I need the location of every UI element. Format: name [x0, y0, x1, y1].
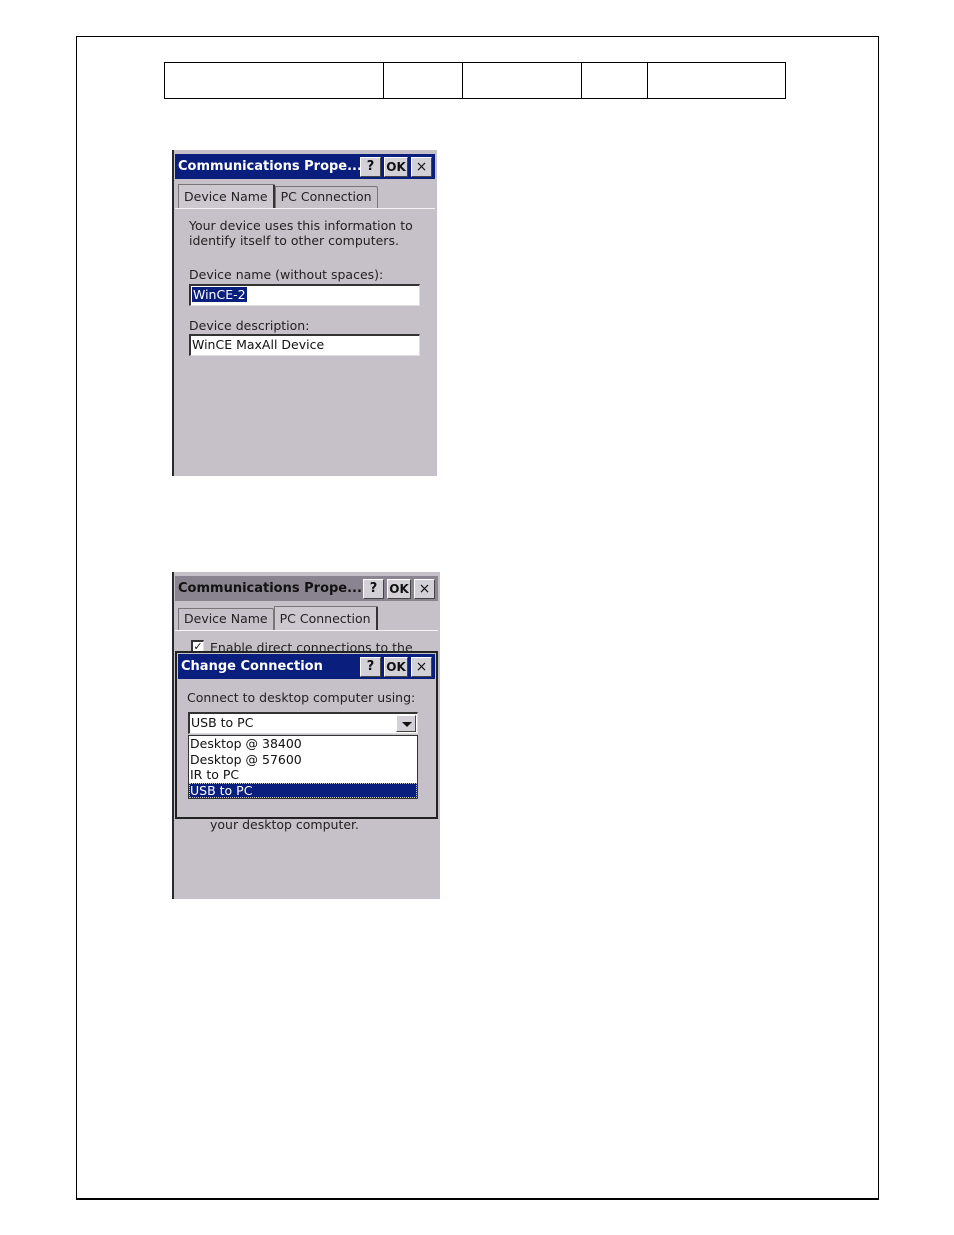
- document-header-table: [164, 62, 786, 99]
- header-cell: [581, 62, 648, 99]
- connection-select[interactable]: USB to PC: [188, 712, 418, 734]
- intro-text-line1: Your device uses this information to: [189, 218, 413, 233]
- connection-option[interactable]: Desktop @ 38400: [189, 736, 417, 752]
- tab-device-name[interactable]: Device Name: [178, 184, 275, 208]
- tab-pc-connection[interactable]: PC Connection: [273, 606, 378, 630]
- close-button[interactable]: ×: [411, 156, 432, 177]
- intro-text-line2: identify itself to other computers.: [189, 233, 399, 248]
- ok-button[interactable]: OK: [384, 656, 408, 677]
- close-button[interactable]: ×: [411, 656, 432, 677]
- help-button[interactable]: ?: [363, 578, 384, 599]
- device-name-input[interactable]: WinCE-2: [189, 284, 420, 306]
- header-cell: [647, 62, 786, 99]
- tab-strip: Device Name PC Connection: [178, 606, 378, 630]
- help-button[interactable]: ?: [360, 656, 381, 677]
- connection-option[interactable]: Desktop @ 57600: [189, 752, 417, 768]
- change-connection-dialog: Change Connection ? OK × Connect to desk…: [175, 651, 438, 819]
- connect-prompt: Connect to desktop computer using:: [187, 690, 416, 705]
- dialog-edge: [172, 150, 174, 476]
- header-cell: [462, 62, 582, 99]
- device-name-value: WinCE-2: [192, 287, 247, 302]
- tab-divider: [175, 208, 435, 209]
- help-button[interactable]: ?: [360, 156, 381, 177]
- connection-options-list: Desktop @ 38400 Desktop @ 57600 IR to PC…: [188, 735, 418, 799]
- ok-button[interactable]: OK: [384, 156, 408, 177]
- ok-button[interactable]: OK: [387, 578, 411, 599]
- device-description-label: Device description:: [189, 318, 310, 333]
- communications-properties-dialog-pc-connection: Communications Prope... ? OK × Device Na…: [172, 572, 440, 899]
- connection-option[interactable]: IR to PC: [189, 767, 417, 783]
- connection-select-value: USB to PC: [191, 715, 254, 730]
- header-cell: [164, 62, 384, 99]
- tab-device-name[interactable]: Device Name: [178, 608, 274, 630]
- chevron-down-icon[interactable]: [396, 715, 416, 732]
- tab-strip: Device Name PC Connection: [178, 184, 378, 208]
- dialog-title: Communications Prope...: [178, 581, 362, 596]
- title-bar: Communications Prope... ? OK ×: [175, 154, 435, 179]
- communications-properties-dialog-device-name: Communications Prope... ? OK × Device Na…: [172, 150, 437, 476]
- header-cell: [383, 62, 463, 99]
- tab-divider: [175, 630, 438, 631]
- tab-pc-connection[interactable]: PC Connection: [274, 186, 378, 208]
- change-connection-title: Change Connection: [181, 659, 323, 674]
- device-name-label: Device name (without spaces):: [189, 267, 384, 282]
- change-connection-title-bar: Change Connection ? OK ×: [178, 654, 435, 679]
- footer-text: your desktop computer.: [210, 817, 360, 832]
- connection-option-selected[interactable]: USB to PC: [189, 782, 417, 798]
- title-bar: Communications Prope... ? OK ×: [175, 576, 438, 601]
- device-description-input[interactable]: WinCE MaxAll Device: [189, 334, 420, 356]
- dialog-title: Communications Prope...: [178, 159, 360, 174]
- close-button[interactable]: ×: [414, 578, 435, 599]
- dialog-edge: [172, 572, 174, 899]
